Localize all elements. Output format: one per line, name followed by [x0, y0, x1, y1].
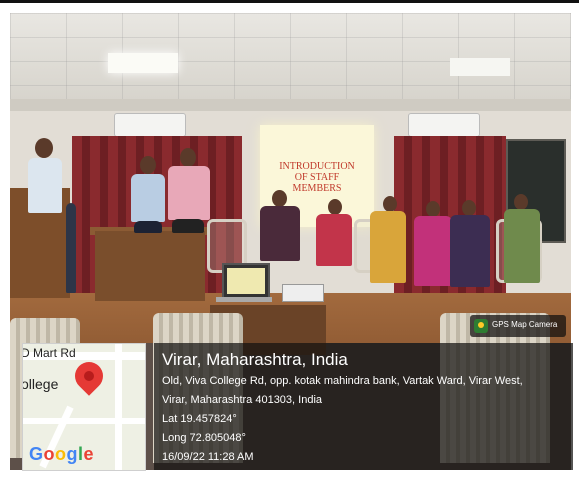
photo-frame: INTRODUCTION OF STAFF MEMBERS GPS Map Ca… — [0, 0, 579, 482]
person-head — [328, 199, 342, 215]
gps-camera-badge: GPS Map Camera — [470, 315, 566, 337]
woman-seated — [450, 215, 490, 287]
person-head — [272, 190, 287, 207]
person-head — [383, 196, 397, 212]
slide-line: INTRODUCTION — [279, 161, 355, 172]
person-head — [35, 138, 53, 158]
man-legs — [134, 221, 162, 233]
map-thumbnail: D Mart Rd ollege Google — [22, 343, 146, 471]
woman-seated — [260, 206, 300, 261]
address-line: Virar, Maharashtra 401303, India — [162, 394, 323, 406]
map-place-label: ollege — [22, 376, 59, 392]
map-camera-icon — [474, 319, 488, 333]
location-info-panel: Virar, Maharashtra, India Old, Viva Coll… — [154, 343, 573, 470]
badge-label: GPS Map Camera — [492, 320, 558, 329]
projector — [282, 284, 324, 302]
man-standing — [28, 158, 62, 213]
laptop-base — [216, 297, 272, 302]
person-head — [514, 194, 528, 210]
location-title: Virar, Maharashtra, India — [162, 350, 348, 369]
google-logo: Google — [29, 444, 95, 464]
woman-seated — [414, 216, 452, 286]
person-head — [140, 156, 156, 174]
top-border — [0, 0, 579, 3]
longitude: Long 72.805048° — [162, 432, 246, 444]
timestamp: 16/09/22 11:28 AM — [162, 451, 254, 463]
location-pin-icon — [69, 356, 109, 396]
person-head — [180, 148, 196, 167]
slide-line: OF STAFF — [294, 172, 340, 183]
air-conditioner — [408, 113, 480, 137]
map-road — [115, 344, 122, 470]
woman-seated — [370, 211, 406, 283]
ceiling-light — [108, 53, 178, 73]
table — [95, 231, 205, 301]
man-standing — [131, 174, 165, 222]
map-road-label: D Mart Rd — [22, 346, 76, 360]
woman-seated — [316, 214, 352, 266]
man-legs — [172, 219, 204, 233]
map-road — [23, 418, 145, 424]
air-conditioner — [114, 113, 186, 137]
address-line: Old, Viva College Rd, opp. kotak mahindr… — [162, 375, 523, 387]
latitude: Lat 19.457824° — [162, 413, 237, 425]
slide-text: INTRODUCTION OF STAFF MEMBERS — [260, 161, 374, 194]
person-head — [462, 200, 476, 216]
woman-seated — [504, 209, 540, 283]
man-standing — [168, 166, 210, 220]
laptop — [222, 263, 270, 299]
person-head — [426, 201, 440, 217]
man-legs — [66, 203, 76, 293]
ceiling-light — [450, 58, 510, 76]
